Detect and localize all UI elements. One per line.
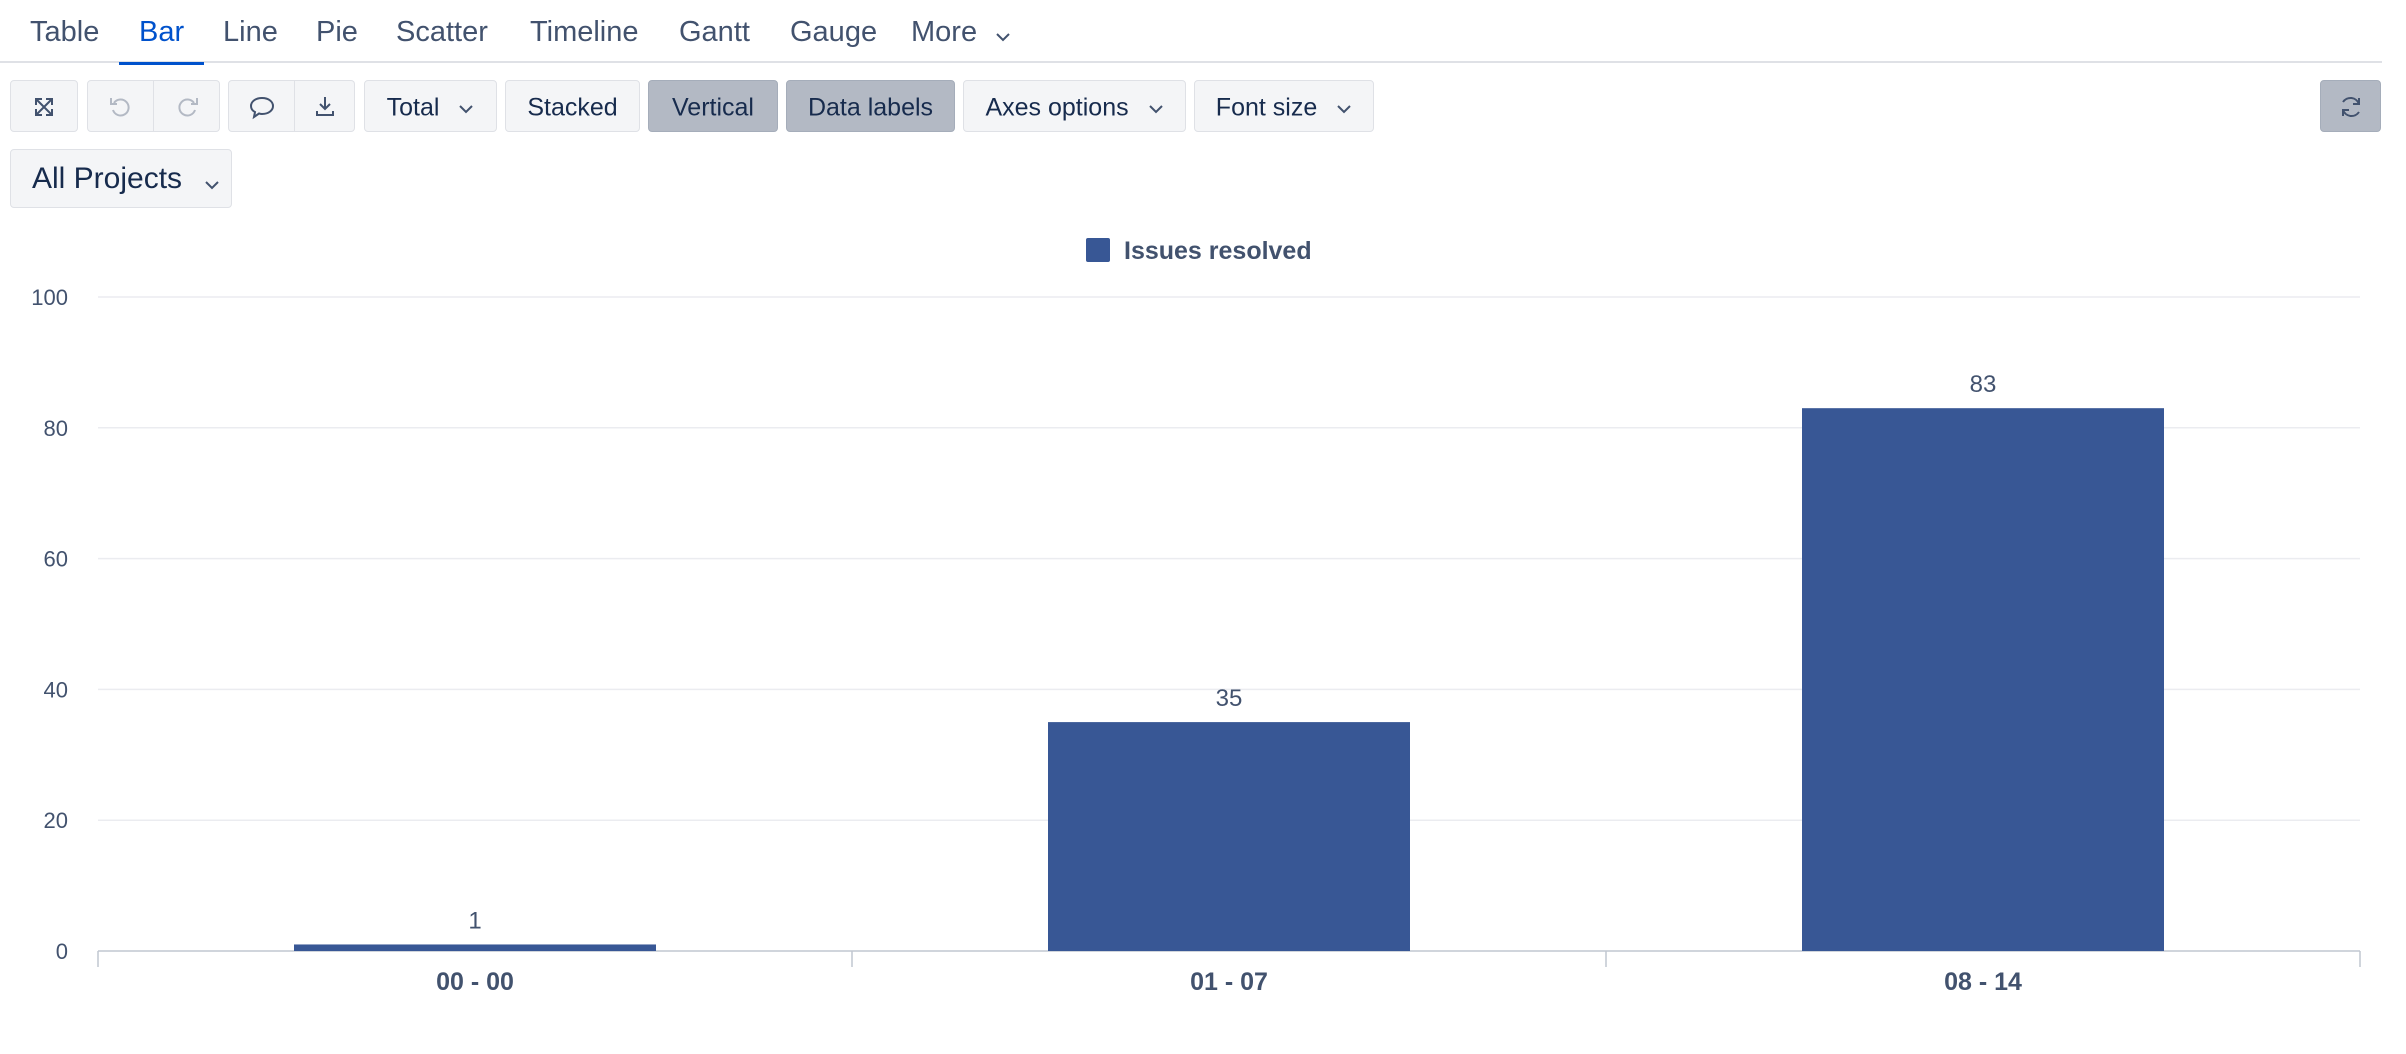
y-tick-label: 40 [44, 677, 68, 702]
bar[interactable] [1802, 408, 2164, 951]
bar[interactable] [1048, 722, 1410, 951]
y-tick-label: 80 [44, 416, 68, 441]
legend-label[interactable]: Issues resolved [1124, 237, 1312, 265]
y-tick-label: 0 [56, 939, 68, 964]
data-label: 35 [1216, 685, 1243, 712]
y-tick-label: 100 [31, 285, 68, 310]
category-label: 00 - 00 [436, 968, 514, 996]
y-tick-label: 20 [44, 808, 68, 833]
data-label: 83 [1970, 371, 1997, 398]
category-label: 01 - 07 [1190, 968, 1268, 996]
data-label: 1 [468, 907, 481, 934]
legend-swatch [1086, 238, 1110, 262]
y-tick-label: 60 [44, 547, 68, 572]
bar[interactable] [294, 944, 656, 951]
category-label: 08 - 14 [1944, 968, 2022, 996]
bar-chart: 0 20 40 60 80 100 1 35 83 00 - 00 01 - 07 08 - 14… [31, 237, 2361, 996]
